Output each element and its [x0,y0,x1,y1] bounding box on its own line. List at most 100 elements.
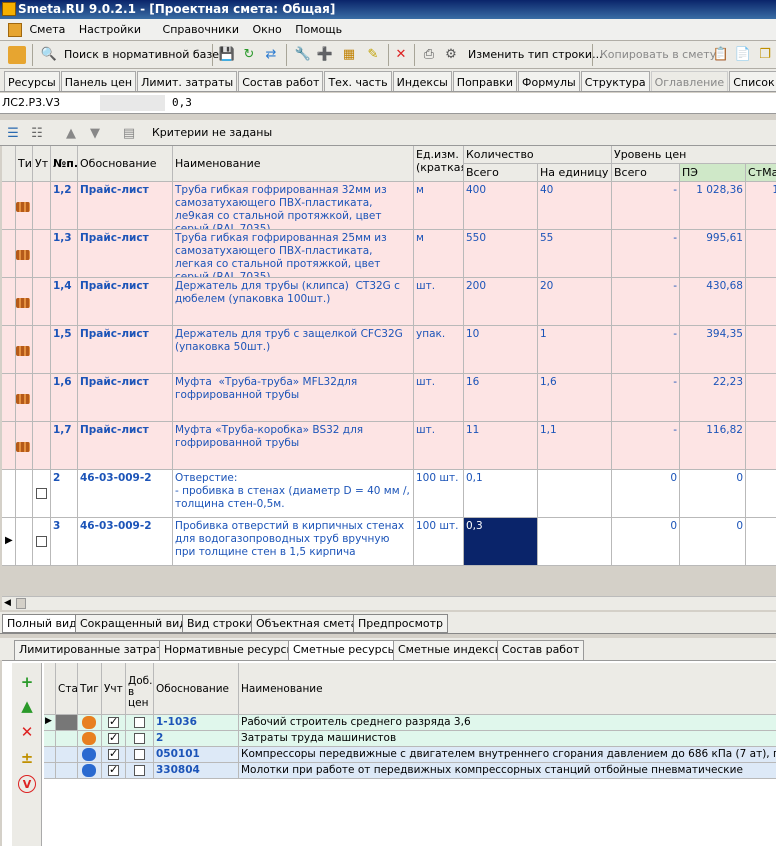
header-type[interactable]: Ти [16,146,33,182]
header-quantity[interactable]: Количество [464,146,612,164]
row-name[interactable]: Держатель для трубы (клипса) CT32G с дюб… [173,278,414,326]
tab-corrections[interactable]: Поправки [452,71,517,91]
row-type-cell[interactable] [16,470,33,518]
row-qty-total[interactable]: 10 [464,326,538,374]
menu-settings[interactable]: Настройки [75,19,145,41]
res-header-type[interactable]: Тиг [78,663,102,715]
tab-open-windows[interactable]: Список открытых окон [729,71,776,91]
row-number[interactable]: 1,4 [51,278,78,326]
tab-structure[interactable]: Структура [580,71,650,91]
row-number[interactable]: 1,5 [51,326,78,374]
row-qty-per-unit[interactable]: 1 [538,326,612,374]
tab-indexes[interactable]: Индексы [392,71,452,91]
tab-tech-part[interactable]: Тех. часть [324,71,392,91]
row-qty-per-unit[interactable]: 55 [538,230,612,278]
row-price-pe[interactable]: 22,23 [680,374,746,422]
row-qty-per-unit[interactable]: 40 [538,182,612,230]
accounted-checkbox[interactable] [108,731,119,744]
row-type-cell[interactable] [16,518,33,566]
tab-work-composition[interactable]: Состав работ [238,71,324,91]
tab-preview[interactable]: Предпросмотр [353,614,448,633]
row-unit[interactable]: м [414,182,464,230]
move-up-icon[interactable]: ▲ [62,125,80,143]
add-up-button-icon[interactable]: ▲ [18,697,36,715]
row-number[interactable]: 1,2 [51,182,78,230]
scroll-thumb[interactable] [16,598,26,609]
row-price-stma[interactable] [746,278,776,326]
header-number[interactable]: №п. [51,146,78,182]
row-ut-cell[interactable] [33,278,51,326]
row-price-stma[interactable] [746,230,776,278]
print-icon[interactable]: ⎙ [420,46,438,64]
row-basis[interactable]: Прайс-лист [78,278,173,326]
row-ut-cell[interactable] [33,230,51,278]
row-indicator[interactable] [2,278,16,326]
tab-price-panel[interactable]: Панель цен [60,71,137,91]
res-row-name[interactable]: Рабочий строитель среднего разряда 3,6 [239,715,776,731]
row-price-total[interactable]: 0 [612,518,680,566]
row-qty-per-unit[interactable] [538,470,612,518]
row-name[interactable]: Пробивка отверстий в кирпичных стенах дл… [173,518,414,566]
header-price-level[interactable]: Уровень цен [612,146,776,164]
row-indicator[interactable] [2,374,16,422]
copy-icon[interactable]: ❐ [756,46,774,64]
change-row-type-button[interactable]: Изменить тип строки... [468,44,603,66]
row-qty-total[interactable]: 0,3 [464,518,538,566]
res-row-indicator[interactable] [44,731,56,747]
row-basis[interactable]: 46-03-009-2 [78,470,173,518]
scroll-left-arrow-icon[interactable]: ◀ [4,598,11,608]
accounted-checkbox[interactable] [108,763,119,776]
added-in-price-checkbox[interactable] [134,717,145,728]
tab-contents[interactable]: Оглавление [650,71,729,91]
row-price-pe[interactable]: 995,61 [680,230,746,278]
row-qty-per-unit[interactable]: 20 [538,278,612,326]
header-qty-per-unit[interactable]: На единицу [538,164,612,182]
row-indicator[interactable] [2,326,16,374]
row-price-total[interactable]: - [612,230,680,278]
res-row-status[interactable] [56,731,78,747]
header-name[interactable]: Наименование [173,146,414,182]
move-down-icon[interactable]: ▼ [86,125,104,143]
add-row-icon[interactable] [8,46,26,64]
add-resource-button-icon[interactable]: + [18,673,36,691]
row-qty-total[interactable]: 550 [464,230,538,278]
header-unit[interactable]: Ед.изм. (краткая [414,146,464,182]
row-price-pe[interactable]: 0 [680,470,746,518]
delete-icon[interactable]: ✕ [392,46,410,64]
res-row-status[interactable] [56,747,78,763]
res-row-basis[interactable]: 1-1036 [154,715,239,731]
row-price-pe[interactable]: 116,82 [680,422,746,470]
copy-to-estimate-button[interactable]: Копировать в смету [600,44,716,66]
row-name[interactable]: Держатель для труб с защелкой CFC32G (уп… [173,326,414,374]
row-price-total[interactable]: - [612,326,680,374]
res-row-indicator[interactable] [44,763,56,779]
tab-short-view[interactable]: Сокращенный вид [75,614,192,633]
res-header-accounted[interactable]: Учт [102,663,126,715]
row-unit[interactable]: шт. [414,278,464,326]
search-norm-base-button[interactable]: Поиск в нормативной базе [64,44,219,66]
row-unit[interactable]: шт. [414,422,464,470]
row-qty-per-unit[interactable]: 1,6 [538,374,612,422]
menu-help[interactable]: Помощь [291,19,346,41]
add-resource-icon[interactable]: ➕ [316,46,334,64]
row-basis[interactable]: Прайс-лист [78,326,173,374]
tab-full-view[interactable]: Полный вид [2,614,82,633]
clipboard-icon[interactable]: 📄 [734,46,752,64]
res-row-name[interactable]: Молотки при работе от передвижных компре… [239,763,776,779]
res-row-basis[interactable]: 2 [154,731,239,747]
res-row-name[interactable]: Затраты труда машинистов [239,731,776,747]
row-indicator[interactable] [2,470,16,518]
row-indicator[interactable] [2,230,16,278]
row-price-total[interactable]: 0 [612,470,680,518]
row-number[interactable]: 1,7 [51,422,78,470]
res-row-basis[interactable]: 330804 [154,763,239,779]
accounted-checkbox[interactable] [108,747,119,760]
res-row-indicator[interactable] [44,747,56,763]
row-price-total[interactable]: - [612,422,680,470]
header-price-stma[interactable]: СтМа [746,164,776,182]
row-qty-total[interactable]: 11 [464,422,538,470]
app-menu-icon[interactable] [8,23,22,37]
row-ut-cell[interactable] [33,374,51,422]
paste-icon[interactable]: 📋 [712,46,730,64]
row-name[interactable]: Труба гибкая гофрированная 32мм из самоз… [173,182,414,230]
